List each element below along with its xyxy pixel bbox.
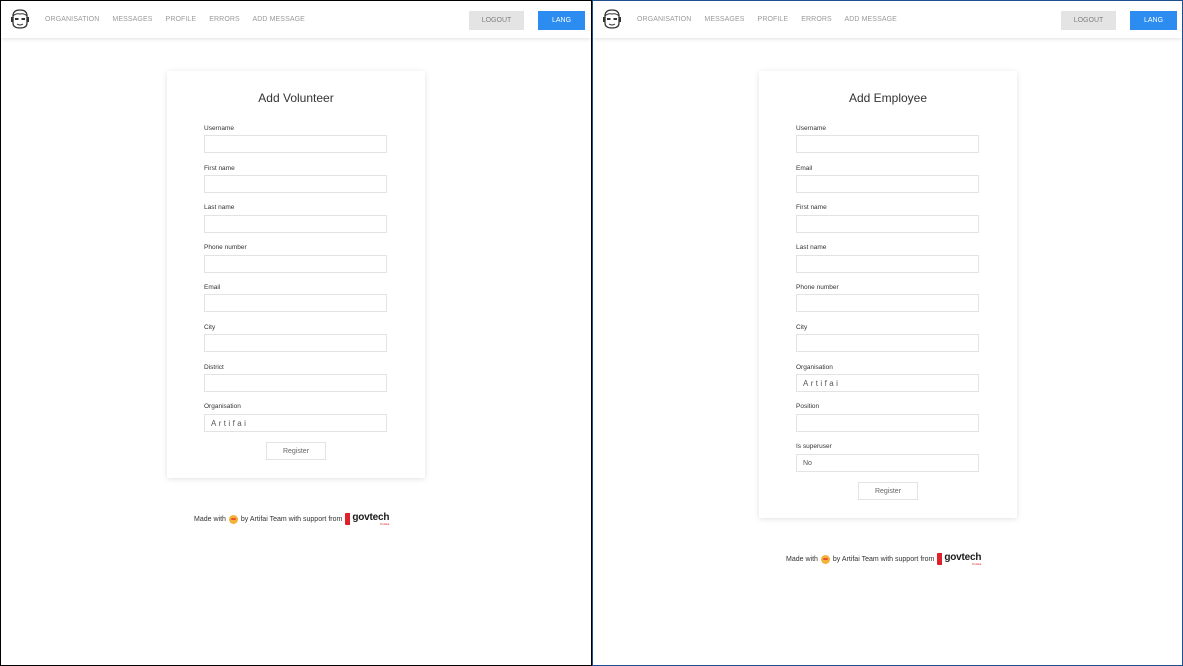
username-input[interactable] — [796, 135, 979, 153]
register-button[interactable]: Register — [858, 482, 918, 500]
district-input[interactable] — [204, 374, 387, 392]
govtech-logo[interactable]: govtech Polska — [937, 553, 982, 566]
phone-number-input[interactable] — [796, 294, 979, 312]
first-name-input[interactable] — [204, 175, 387, 193]
nav-item-messages[interactable]: MESSAGES — [112, 16, 152, 23]
first-name-input[interactable] — [796, 215, 979, 233]
phone-number-label: Phone number — [796, 284, 839, 291]
organisation-label: Organisation — [204, 403, 241, 410]
lang-button[interactable]: LANG — [1130, 11, 1177, 30]
email-label: Email — [796, 165, 813, 172]
govtech-logo-subtext: Polska — [972, 562, 982, 566]
app-logo-icon[interactable] — [10, 8, 30, 30]
footer: Made with by Artifai Team with support f… — [786, 553, 982, 567]
nav-menu: ORGANISATION MESSAGES PROFILE ERRORS ADD… — [637, 16, 908, 23]
city-label: City — [204, 324, 216, 331]
top-navbar: ORGANISATION MESSAGES PROFILE ERRORS ADD… — [1, 1, 591, 38]
first-name-label: First name — [204, 165, 235, 172]
add-employee-card: Add Employee Username Email First name L… — [759, 71, 1017, 518]
logout-button[interactable]: LOGOUT — [469, 11, 524, 30]
nav-item-add-message[interactable]: ADD MESSAGE — [844, 16, 896, 23]
nav-item-organisation[interactable]: ORGANISATION — [637, 16, 691, 23]
district-label: District — [204, 364, 224, 371]
position-input[interactable] — [796, 414, 979, 432]
city-input[interactable] — [796, 334, 979, 352]
first-name-label: First name — [796, 204, 827, 211]
footer-by-text: by Artifai Team with support from — [240, 515, 343, 523]
nav-item-add-message[interactable]: ADD MESSAGE — [252, 16, 304, 23]
left-window: ORGANISATION MESSAGES PROFILE ERRORS ADD… — [0, 0, 592, 666]
phone-number-input[interactable] — [204, 255, 387, 273]
last-name-label: Last name — [204, 204, 235, 211]
nav-item-profile[interactable]: PROFILE — [166, 16, 197, 23]
form-title: Add Employee — [848, 91, 928, 105]
footer-by-text: by Artifai Team with support from — [832, 555, 935, 563]
footer-made-with: Made with — [194, 515, 226, 523]
nav-item-profile[interactable]: PROFILE — [758, 16, 789, 23]
organisation-label: Organisation — [796, 364, 833, 371]
add-volunteer-card: Add Volunteer Username First name Last n… — [167, 71, 425, 478]
nav-item-errors[interactable]: ERRORS — [209, 16, 240, 23]
username-input[interactable] — [204, 135, 387, 153]
top-navbar: ORGANISATION MESSAGES PROFILE ERRORS ADD… — [593, 1, 1182, 38]
logout-button[interactable]: LOGOUT — [1061, 11, 1116, 30]
last-name-label: Last name — [796, 244, 827, 251]
grinning-face-emoji-icon — [820, 554, 830, 564]
email-label: Email — [204, 284, 221, 291]
register-button[interactable]: Register — [266, 442, 326, 460]
govtech-logo[interactable]: govtech Polska — [345, 513, 390, 526]
nav-item-messages[interactable]: MESSAGES — [704, 16, 744, 23]
organisation-input[interactable] — [204, 414, 387, 432]
nav-item-errors[interactable]: ERRORS — [801, 16, 832, 23]
last-name-input[interactable] — [204, 215, 387, 233]
username-label: Username — [204, 125, 234, 132]
nav-item-organisation[interactable]: ORGANISATION — [45, 16, 99, 23]
email-input[interactable] — [796, 175, 979, 193]
footer-made-with: Made with — [786, 555, 818, 563]
lang-button[interactable]: LANG — [538, 11, 585, 30]
nav-menu: ORGANISATION MESSAGES PROFILE ERRORS ADD… — [45, 16, 316, 23]
grinning-face-emoji-icon — [228, 514, 238, 524]
last-name-input[interactable] — [796, 255, 979, 273]
city-label: City — [796, 324, 808, 331]
govtech-logo-mark-icon — [345, 513, 351, 525]
is-superuser-select[interactable] — [796, 454, 979, 472]
govtech-logo-mark-icon — [937, 553, 943, 565]
phone-number-label: Phone number — [204, 244, 247, 251]
organisation-input[interactable] — [796, 374, 979, 392]
footer: Made with by Artifai Team with support f… — [194, 513, 390, 527]
city-input[interactable] — [204, 334, 387, 352]
right-window: ORGANISATION MESSAGES PROFILE ERRORS ADD… — [592, 0, 1183, 666]
govtech-logo-subtext: Polska — [380, 522, 390, 526]
form-title: Add Volunteer — [258, 91, 334, 105]
is-superuser-label: Is superuser — [796, 443, 832, 450]
email-input[interactable] — [204, 294, 387, 312]
app-logo-icon[interactable] — [602, 8, 622, 30]
position-label: Position — [796, 403, 820, 410]
username-label: Username — [796, 125, 826, 132]
